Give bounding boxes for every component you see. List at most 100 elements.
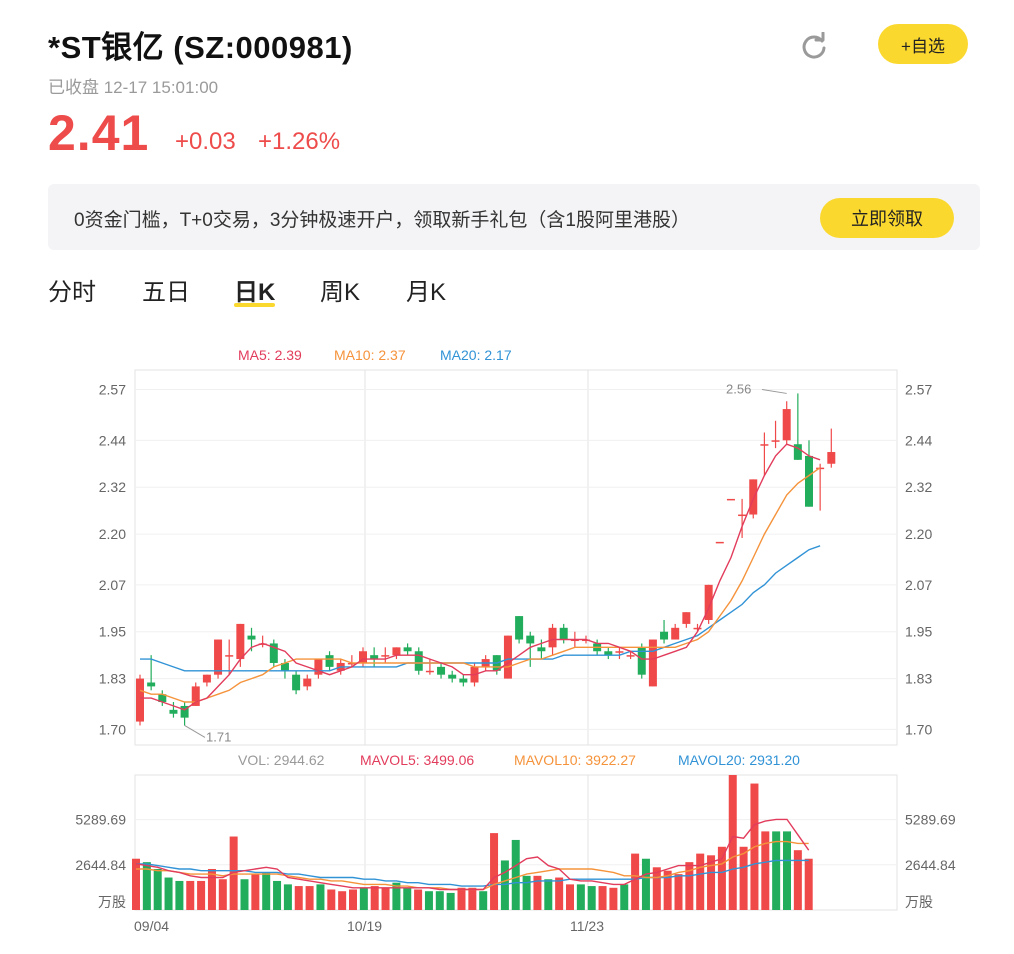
y-tick-right: 1.95 (905, 624, 932, 640)
candle-body (247, 635, 256, 640)
volume-bar (197, 880, 206, 910)
candle-body (503, 635, 512, 679)
volume-unit-right: 万股 (905, 894, 933, 910)
candle-body (448, 674, 457, 679)
volume-bar (511, 839, 520, 910)
candle-body (738, 514, 747, 517)
tab-monthly-k[interactable]: 月K (406, 272, 446, 307)
volume-bar (468, 887, 477, 910)
candle-body (136, 678, 144, 722)
volume-bar (609, 887, 618, 910)
volume-tick-right: 2644.84 (905, 857, 956, 873)
volume-bar (435, 891, 444, 910)
volume-bar (370, 886, 379, 910)
ma10-legend: MA10: 2.37 (334, 347, 406, 363)
price-change-percent: +1.26% (258, 128, 341, 155)
promo-banner: 0资金门槛，T+0交易，3分钟极速开户，领取新手礼包（含1股阿里港股） 立即领取 (48, 184, 980, 250)
mavol10-legend: MAVOL10: 3922.27 (514, 752, 636, 768)
candle-body (169, 709, 178, 714)
volume-bar (381, 887, 390, 910)
volume-bar (566, 884, 574, 910)
volume-bar (793, 850, 802, 910)
y-tick-right: 1.83 (905, 671, 932, 687)
high-price-label: 2.56 (726, 381, 751, 396)
volume-bar (283, 884, 292, 910)
add-watchlist-button[interactable]: +自选 (878, 24, 968, 64)
tab-intraday[interactable]: 分时 (48, 272, 96, 307)
candle-body (292, 674, 301, 691)
candle-body (459, 678, 468, 683)
current-price: 2.41 (48, 105, 150, 161)
candle-body (805, 455, 813, 507)
volume-bar (598, 886, 607, 910)
volume-bar (620, 884, 629, 910)
volume-bar (294, 886, 303, 910)
candle-body (693, 627, 702, 630)
candle-body (515, 616, 524, 640)
volume-bar (175, 880, 184, 910)
claim-button[interactable]: 立即领取 (820, 198, 954, 238)
vol-legend: VOL: 2944.62 (238, 752, 325, 768)
volume-bar (327, 889, 336, 910)
candle-body (392, 647, 401, 656)
y-tick-left: 2.44 (99, 432, 126, 448)
candle-body (325, 655, 334, 667)
ma20-legend: MA20: 2.17 (440, 347, 512, 363)
y-tick-right: 2.07 (905, 577, 932, 593)
x-axis-label: 11/23 (570, 918, 604, 934)
volume-unit-left: 万股 (98, 894, 126, 910)
volume-bar (490, 833, 499, 910)
high-marker-line (761, 388, 787, 394)
low-marker-line (184, 725, 206, 738)
tab-daily-k-label: 日K (234, 279, 276, 306)
volume-bar (641, 858, 650, 910)
volume-bar (544, 879, 553, 910)
volume-bar (500, 860, 509, 910)
candle-body (660, 631, 669, 640)
candle-body (303, 678, 312, 687)
volume-bar (316, 884, 325, 910)
volume-bar (457, 887, 466, 910)
candle-body (749, 479, 758, 515)
tab-weekly-k[interactable]: 周K (320, 272, 360, 307)
promo-text: 0资金门槛，T+0交易，3分钟极速开户，领取新手礼包（含1股阿里港股） (74, 210, 690, 231)
volume-bar (240, 879, 249, 910)
volume-bar (273, 880, 282, 910)
mavol5-legend: MAVOL5: 3499.06 (360, 752, 474, 768)
y-tick-right: 2.32 (905, 479, 932, 495)
refresh-icon[interactable] (800, 32, 828, 60)
y-tick-left: 2.57 (99, 382, 126, 398)
candle-body (726, 498, 735, 501)
candle-body (548, 627, 557, 648)
candle-body (425, 670, 434, 673)
candle-body (771, 440, 780, 442)
volume-bar (262, 872, 271, 910)
volume-bar (674, 874, 683, 910)
candle-body (191, 686, 200, 706)
volume-bar (446, 892, 455, 910)
y-tick-right: 2.57 (905, 382, 932, 398)
volume-bar (349, 889, 357, 910)
y-tick-left: 1.95 (99, 624, 126, 640)
candle-body (236, 623, 245, 660)
candle-body (437, 666, 446, 675)
volume-bar (652, 867, 661, 910)
price-change: +0.03 (175, 128, 236, 155)
volume-bar (164, 877, 173, 910)
candle-body (403, 647, 412, 652)
ma5-line (140, 443, 821, 711)
candle-body (559, 627, 568, 640)
y-tick-left: 2.20 (99, 526, 126, 542)
candle-body (760, 444, 769, 446)
candle-body (202, 674, 211, 683)
candle-body (782, 409, 791, 441)
stock-title: *ST银亿 (SZ:000981) (48, 30, 353, 65)
y-tick-left: 1.70 (99, 721, 126, 737)
tab-daily-k[interactable]: 日K (234, 272, 276, 307)
tab-five-day[interactable]: 五日 (142, 272, 190, 307)
volume-tick-left: 5289.69 (75, 812, 126, 828)
candle-body (648, 639, 657, 687)
volume-bar (587, 886, 596, 910)
volume-bar (186, 880, 195, 910)
kline-chart[interactable]: 09/04 10/19 11/23 2.57 2.57 2.44 2.44 2.32 2.32 2… (0, 330, 1014, 940)
